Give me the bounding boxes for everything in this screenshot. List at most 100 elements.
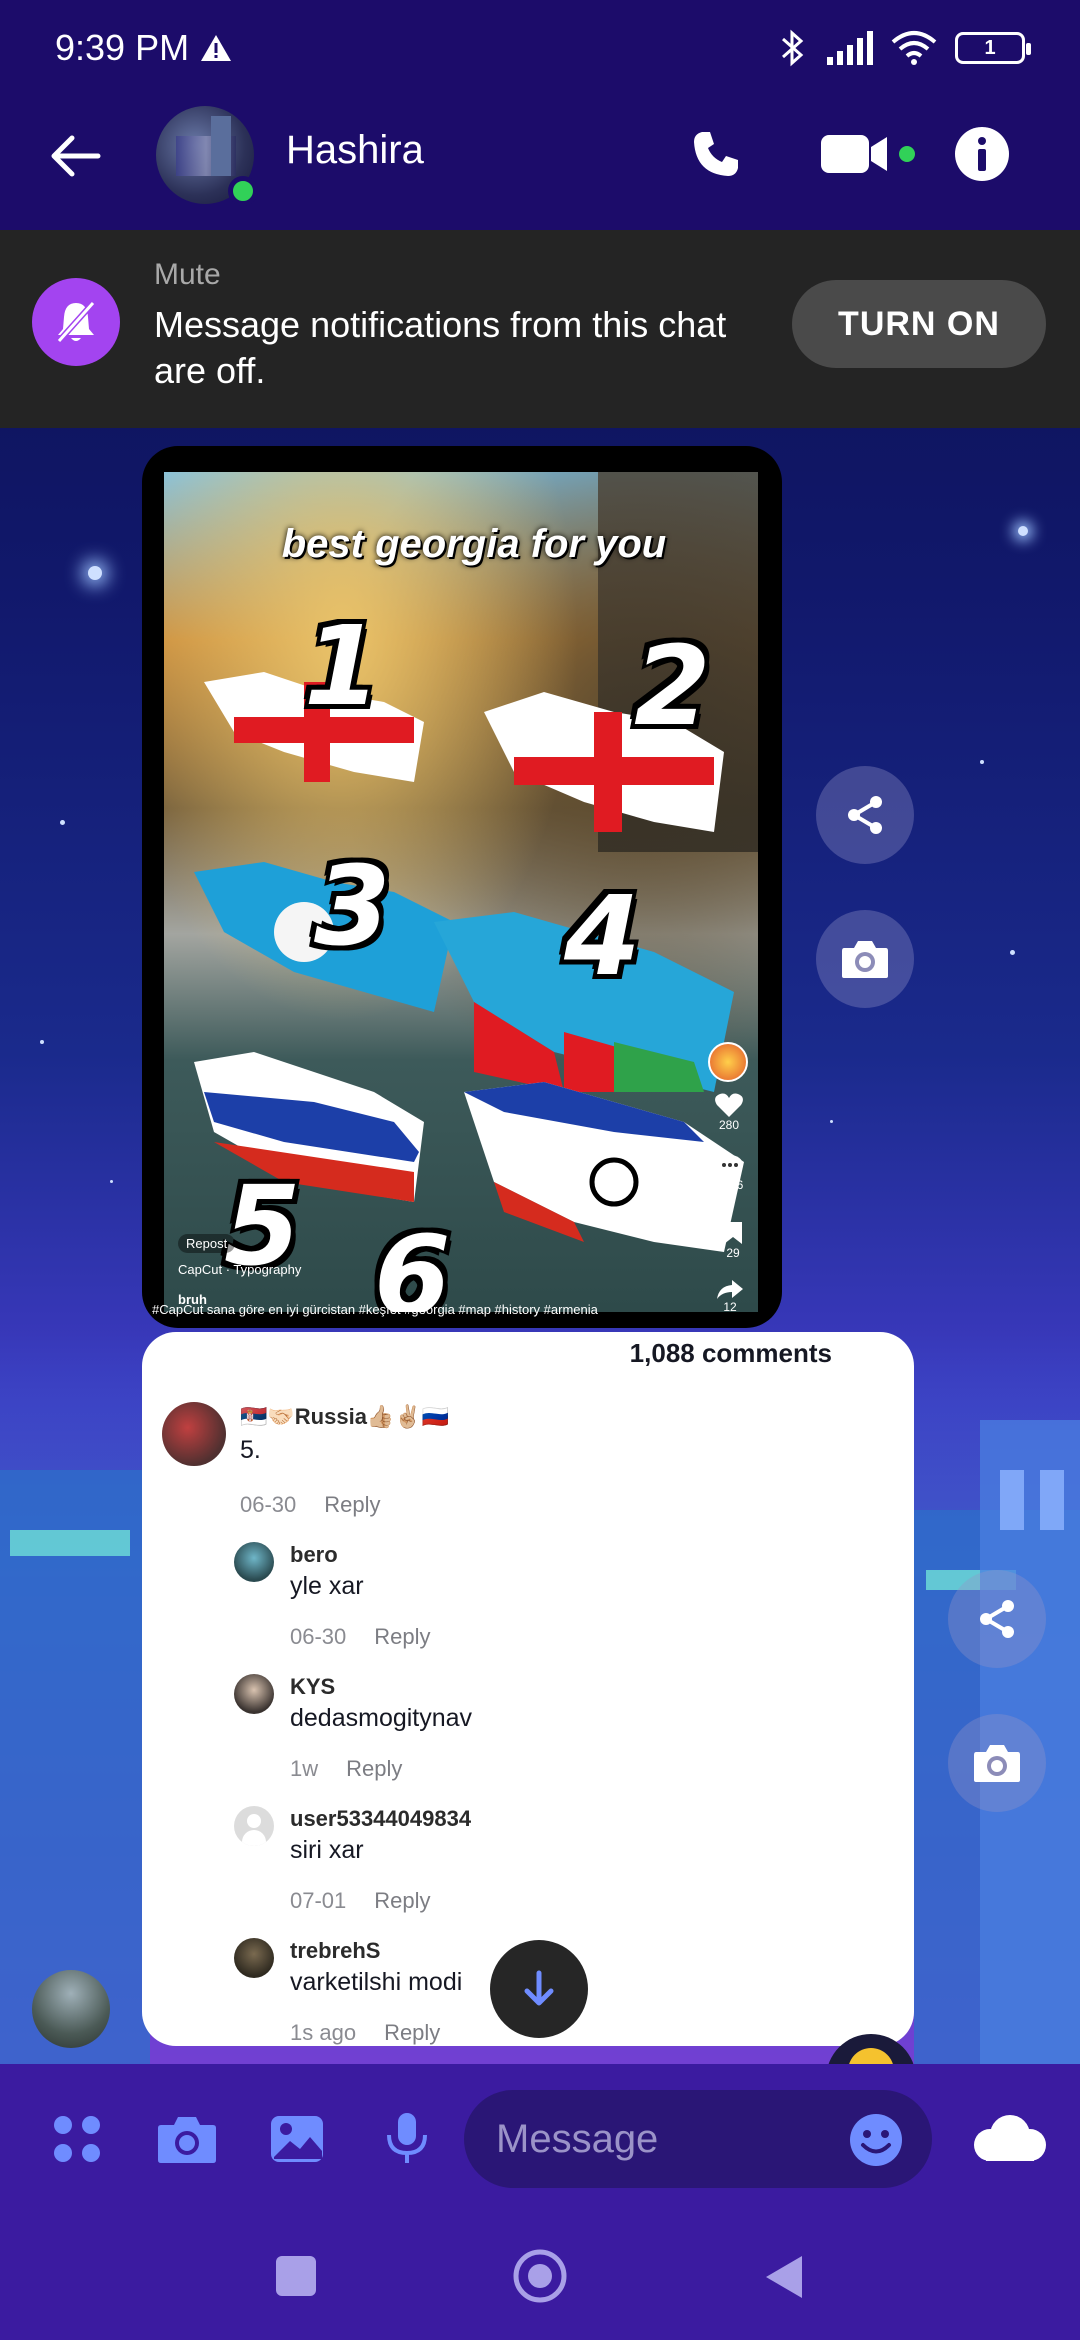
status-time: 9:39 PM (55, 27, 190, 68)
avatar (234, 1542, 274, 1582)
image-icon (271, 2116, 323, 2162)
camera-icon (842, 941, 888, 978)
reply-link[interactable]: Reply (384, 2020, 440, 2045)
mute-title: Mute (154, 258, 221, 291)
list-item: 🇷🇸🤝🏻Russia👍🏼✌🏼🇷🇺 5. 06-30 Reply (162, 1402, 862, 1542)
avatar (162, 1402, 226, 1466)
repost-label: Repost (178, 1234, 236, 1253)
recents-button[interactable] (276, 2256, 316, 2296)
wifi-icon (891, 31, 937, 65)
comment-text: varketilshi modi (290, 1968, 463, 1996)
voice-call-button[interactable] (680, 118, 752, 190)
battery-icon: 1 (955, 32, 1031, 64)
scroll-to-bottom-button[interactable] (490, 1940, 588, 2038)
contact-name[interactable]: Hashira (286, 128, 424, 173)
arrow-down-icon (524, 1970, 554, 2006)
comment-text: siri xar (290, 1836, 364, 1864)
shared-comments-message[interactable]: 1,088 comments 🇷🇸🤝🏻Russia👍🏼✌🏼🇷🇺 5. 06-30… (142, 1332, 914, 2046)
saves-stat: 29 (722, 1220, 744, 1260)
message-input[interactable]: Message (464, 2090, 932, 2188)
camera-icon (158, 2117, 216, 2163)
shared-video-message[interactable]: best georgia for you 1 2 3 4 5 6 280 108… (142, 446, 782, 1328)
share-icon (848, 796, 882, 834)
comment-meta: 06-30 Reply (290, 1624, 431, 1649)
message-composer: Message (0, 2064, 1080, 2212)
cloud-icon (974, 2115, 1046, 2161)
reply-link[interactable]: Reply (324, 1492, 380, 1517)
share-button[interactable] (948, 1570, 1046, 1668)
warning-icon (201, 35, 232, 61)
share-arrow-icon (717, 1280, 743, 1299)
capcut-label: CapCut · Typography (178, 1262, 302, 1277)
comment-username: bero (290, 1542, 338, 1567)
info-icon (955, 127, 1009, 181)
comment-text: dedasmogitynav (290, 1704, 473, 1732)
online-status-dot (228, 176, 258, 206)
sender-avatar[interactable] (32, 1970, 110, 2048)
message-placeholder: Message (496, 2116, 659, 2161)
kolovrat-flag-map (464, 1082, 744, 1252)
gallery-button[interactable] (262, 2104, 332, 2174)
comment-username: 🇷🇸🤝🏻Russia👍🏼✌🏼🇷🇺 (240, 1404, 450, 1429)
map-number: 1 (304, 602, 381, 730)
home-button[interactable] (510, 2246, 570, 2306)
comment-username: KYS (290, 1674, 336, 1699)
mute-banner: Mute Message notifications from this cha… (0, 230, 1080, 428)
avatar (234, 1938, 274, 1978)
battery-level: 1 (984, 36, 996, 59)
likes-stat: 280 (714, 1092, 744, 1132)
phone-icon (694, 132, 738, 176)
comment-meta: 1w Reply (290, 1756, 403, 1781)
camera-button[interactable] (948, 1714, 1046, 1812)
comment-meta: 1s ago Reply (290, 2020, 441, 2045)
comments-count: 1,088 comments (629, 1338, 832, 1368)
video-thumbnail: best georgia for you 1 2 3 4 5 6 280 108… (164, 472, 758, 1312)
back-arrow-icon[interactable] (48, 128, 104, 184)
voice-message-button[interactable] (372, 2104, 442, 2174)
info-button[interactable] (946, 118, 1018, 190)
avatar (234, 1674, 274, 1714)
video-camera-icon (821, 135, 915, 173)
bookmark-icon (724, 1222, 742, 1244)
camera-icon (974, 1745, 1020, 1782)
comment-icon (717, 1155, 743, 1175)
map-number: 4 (564, 872, 641, 1000)
list-item: bero yle xar 06-30 Reply (234, 1542, 854, 1672)
map-number: 2 (634, 622, 711, 750)
video-overlay-title: best georgia for you (281, 522, 667, 566)
back-button[interactable] (762, 2252, 806, 2302)
grid-dots-icon (54, 2116, 100, 2162)
creator-avatar (708, 1042, 748, 1082)
reply-link[interactable]: Reply (374, 1624, 430, 1649)
bluetooth-icon (782, 29, 804, 67)
comment-meta: 07-01 Reply (290, 1888, 431, 1913)
status-bar: 9:39 PM 1 (0, 0, 1080, 96)
comment-username: user53344049834 (290, 1806, 472, 1831)
emoji-icon[interactable] (848, 2112, 904, 2168)
reply-link[interactable]: Reply (346, 1756, 402, 1781)
quick-reaction-button[interactable] (962, 2104, 1054, 2174)
navigation-bar (0, 2212, 1080, 2340)
list-item: KYS dedasmogitynav 1w Reply (234, 1674, 854, 1804)
comments-stat: 1086 (716, 1154, 744, 1192)
video-hashtags: #CapCut sana göre en iyi gürcistan #keşf… (152, 1302, 598, 1317)
map-number: 6 (374, 1212, 451, 1312)
more-actions-button[interactable] (42, 2104, 112, 2174)
contact-avatar[interactable] (156, 106, 258, 206)
avatar (234, 1806, 274, 1846)
share-button[interactable] (816, 766, 914, 864)
share-icon (980, 1600, 1014, 1638)
reply-link[interactable]: Reply (374, 1888, 430, 1913)
turn-on-button[interactable]: TURN ON (792, 280, 1046, 368)
mute-message: Message notifications from this chat are… (154, 304, 727, 391)
signal-icon (827, 31, 873, 65)
chat-header: Hashira (0, 96, 1080, 230)
microphone-icon (387, 2113, 427, 2163)
camera-button[interactable] (816, 910, 914, 1008)
comment-meta: 06-30 Reply (240, 1492, 381, 1517)
comment-username: trebrehS (290, 1938, 381, 1963)
camera-button[interactable] (152, 2104, 222, 2174)
comment-text: yle xar (290, 1572, 364, 1600)
mute-bell-icon (32, 278, 120, 366)
video-call-button[interactable] (812, 118, 922, 190)
